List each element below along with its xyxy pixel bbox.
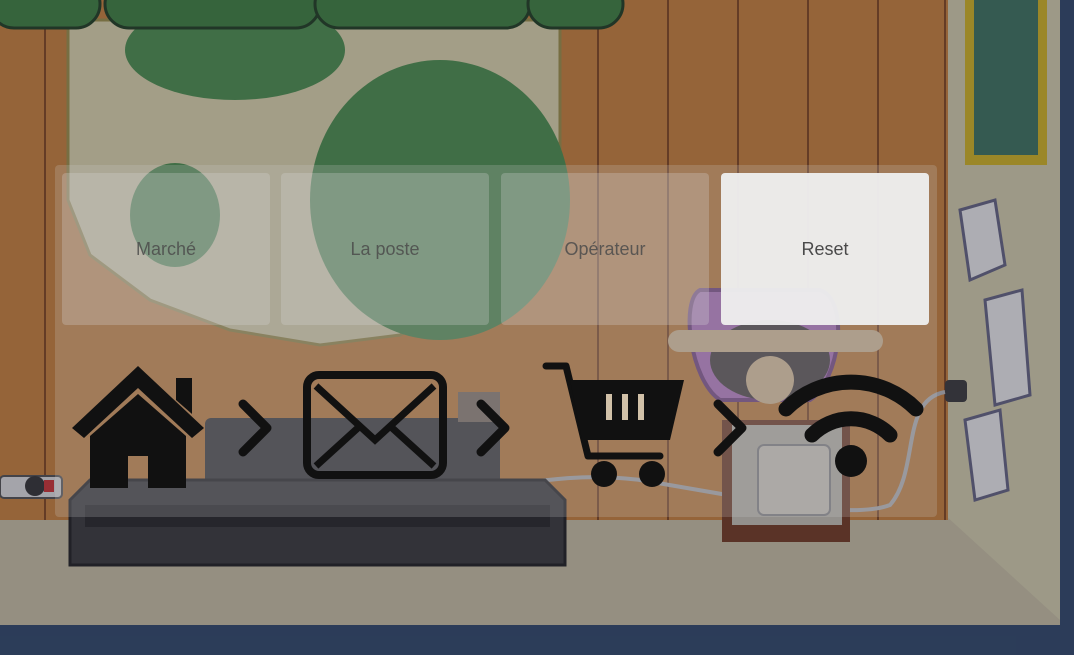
shopping-cart-icon xyxy=(542,362,684,487)
marche-button[interactable]: Marché xyxy=(62,173,270,325)
plug xyxy=(25,476,45,496)
house-icon xyxy=(72,366,204,488)
navy-border xyxy=(0,625,1074,655)
wifi-icon xyxy=(778,374,924,477)
navy-border-right xyxy=(1060,0,1074,655)
chevron-right-icon xyxy=(713,399,747,457)
envelope-icon xyxy=(303,371,447,479)
reset-button[interactable]: Reset xyxy=(721,173,929,325)
chevron-right-icon xyxy=(238,399,272,457)
la-poste-button[interactable]: La poste xyxy=(281,173,489,325)
wall-socket xyxy=(945,380,967,402)
game-stage: Marché La poste Opérateur Reset xyxy=(0,0,1074,655)
chevron-right-icon xyxy=(476,399,510,457)
painting-canvas xyxy=(974,0,1038,155)
switch xyxy=(44,480,54,492)
operateur-button[interactable]: Opérateur xyxy=(501,173,709,325)
